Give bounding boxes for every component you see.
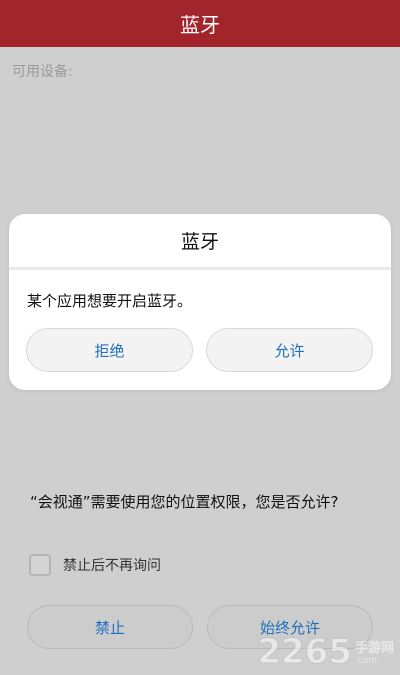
dont-ask-again-label: 禁止后不再询问 [63, 558, 161, 574]
dialog-title: 蓝牙 [180, 230, 219, 253]
title-bar: 蓝牙 [0, 0, 400, 47]
allow-button[interactable]: 允许 [206, 328, 373, 372]
deny-button[interactable]: 拒绝 [26, 328, 193, 372]
dialog-message: 某个应用想要开启蓝牙。 [27, 292, 193, 310]
dont-ask-again-row[interactable]: 禁止后不再询问 [29, 554, 161, 576]
dont-ask-again-checkbox[interactable] [29, 554, 51, 576]
bluetooth-dialog: 蓝牙 某个应用想要开启蓝牙。 拒绝 允许 [9, 214, 391, 390]
watermark-number: 2265 [257, 632, 353, 672]
page-title: 蓝牙 [180, 13, 220, 37]
forbid-button[interactable]: 禁止 [27, 605, 193, 649]
available-devices-label: 可用设备: [12, 64, 73, 80]
permission-message: “会视通”需要使用您的位置权限，您是否允许? [30, 493, 339, 511]
dialog-divider [9, 267, 391, 270]
watermark-text: 手游网 [354, 641, 394, 656]
watermark-domain: .com [354, 656, 378, 666]
watermark-logo: 2265 手游网 .com [257, 632, 394, 672]
